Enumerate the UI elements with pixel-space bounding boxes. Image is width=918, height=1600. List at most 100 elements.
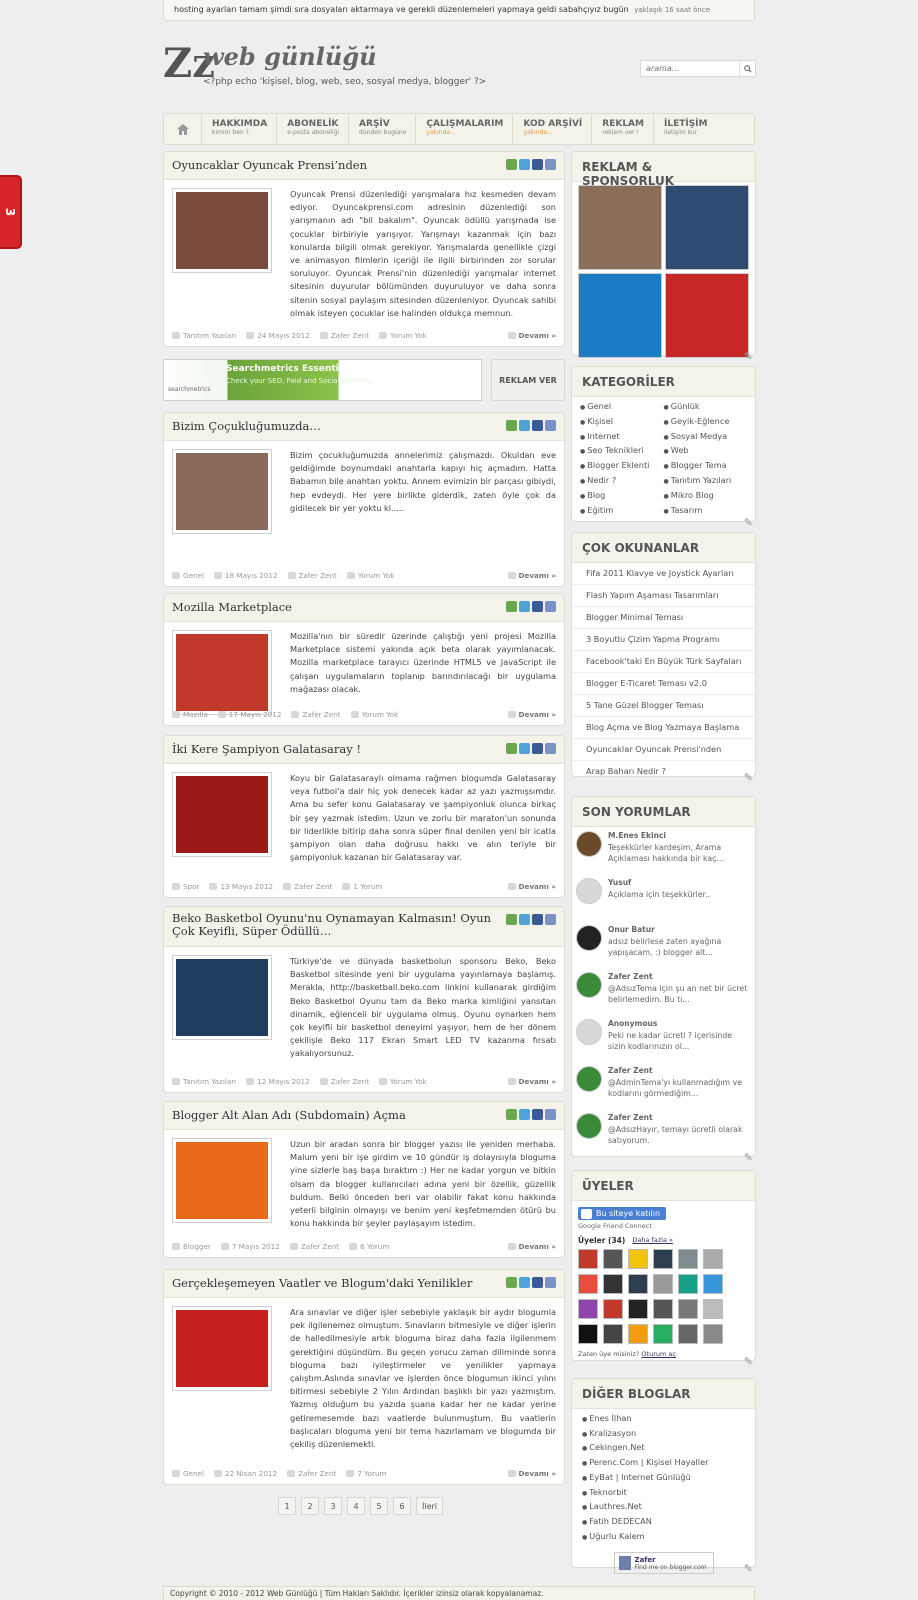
post-author[interactable]: Zafer Zent (291, 710, 341, 719)
member-avatar[interactable] (578, 1274, 598, 1294)
member-avatar[interactable] (628, 1274, 648, 1294)
member-avatar[interactable] (603, 1299, 623, 1319)
post-title[interactable]: Oyuncaklar Oyuncak Prensi’nden (172, 159, 492, 172)
member-avatar[interactable] (578, 1299, 598, 1319)
member-avatar[interactable] (578, 1324, 598, 1344)
post-title[interactable]: Gerçekleşemeyen Vaatler ve Blogum'daki Y… (172, 1277, 492, 1290)
popular-post-link[interactable]: Blog Açma ve Blog Yazmaya Başlama (572, 717, 755, 739)
category-link[interactable]: Tasarım (664, 504, 748, 519)
post-comments[interactable]: 1 Yorum (342, 882, 383, 891)
member-avatar[interactable] (678, 1324, 698, 1344)
advertise-button[interactable]: REKLAM VER (491, 359, 565, 401)
twitter-share-icon[interactable] (519, 914, 530, 925)
wrench-icon[interactable]: ✎ (744, 1355, 753, 1368)
post-category[interactable]: Blogger (172, 1242, 211, 1251)
blog-link[interactable]: Uğurlu Kalem (572, 1530, 755, 1545)
read-more-link[interactable]: Devamı » (507, 882, 556, 891)
delicious-share-icon[interactable] (545, 601, 556, 612)
post-category[interactable]: Mozilla (172, 710, 208, 719)
post-title[interactable]: Bizim Çoçukluğumuzda… (172, 420, 492, 433)
post-author[interactable]: Zafer Zent (287, 1469, 336, 1478)
post-title[interactable]: Blogger Alt Alan Adı (Subdomain) Açma (172, 1109, 492, 1122)
member-avatar[interactable] (653, 1274, 673, 1294)
category-link[interactable]: Günlük (664, 400, 748, 415)
blog-link[interactable]: Kralizasyon (572, 1427, 755, 1442)
search-input[interactable] (641, 61, 739, 76)
google-share-icon[interactable] (506, 601, 517, 612)
post-comments[interactable]: 6 Yorum (349, 1242, 389, 1251)
page-button[interactable]: 3 (324, 1497, 342, 1515)
facebook-share-icon[interactable] (532, 1109, 543, 1120)
post-author[interactable]: Zafer Zent (319, 331, 369, 340)
wrench-icon[interactable]: ✎ (744, 350, 753, 363)
post-comments[interactable]: 7 Yorum (346, 1469, 387, 1478)
category-link[interactable]: Sosyal Medya (664, 430, 748, 445)
member-avatar[interactable] (628, 1324, 648, 1344)
join-site-button[interactable]: Bu siteye katılın (578, 1207, 667, 1220)
nav-item-kod-arsivi[interactable]: KOD ARŞİVİ yakında... (513, 114, 593, 144)
post-thumbnail[interactable] (172, 1138, 272, 1223)
blogger-profile-badge[interactable]: Zafer Find me on blogger.com (613, 1552, 714, 1575)
popular-post-link[interactable]: Flash Yapım Aşaması Tasarımları (572, 585, 755, 607)
post-title[interactable]: Beko Basketbol Oyunu'nu Oynamayan Kalmas… (172, 912, 492, 938)
sponsor-banner[interactable] (665, 273, 749, 358)
comment-item[interactable]: Zafer Zent @AdsızTema için şu an net bir… (572, 968, 755, 1015)
login-link[interactable]: Oturum aç (641, 1350, 676, 1358)
member-avatar[interactable] (628, 1249, 648, 1269)
twitter-share-icon[interactable] (519, 601, 530, 612)
post-thumbnail[interactable] (172, 449, 272, 534)
page-button[interactable]: 4 (347, 1497, 365, 1515)
delicious-share-icon[interactable] (545, 743, 556, 754)
post-author[interactable]: Zafer Zent (319, 1077, 369, 1086)
nav-item-arsiv[interactable]: ARŞİV dünden bugüne (349, 114, 417, 144)
ad-banner-searchmetrics[interactable]: Searchmetrics Essentials™ Check your SEO… (163, 359, 482, 401)
member-avatar[interactable] (703, 1274, 723, 1294)
post-category[interactable]: Tanıtım Yazıları (172, 331, 236, 340)
popular-post-link[interactable]: 3 Boyutlu Çizim Yapma Programı (572, 629, 755, 651)
comment-item[interactable]: Onur Batur adsız belirlese zaten ayağına… (572, 921, 755, 968)
wrench-icon[interactable]: ✎ (744, 771, 753, 784)
member-avatar[interactable] (603, 1274, 623, 1294)
category-link[interactable]: Blog (580, 489, 664, 504)
category-link[interactable]: Mikro Blog (664, 489, 748, 504)
side-feedback-tab[interactable]: 3 (0, 175, 22, 249)
nav-item-reklam[interactable]: REKLAM reklam ver ! (592, 114, 654, 144)
facebook-share-icon[interactable] (532, 420, 543, 431)
member-avatar[interactable] (703, 1249, 723, 1269)
member-avatar[interactable] (678, 1249, 698, 1269)
page-button[interactable]: 1 (278, 1497, 296, 1515)
category-link[interactable]: Web (664, 444, 748, 459)
blog-link[interactable]: Enes İlhan (572, 1412, 755, 1427)
member-avatar[interactable] (653, 1324, 673, 1344)
member-avatar[interactable] (653, 1299, 673, 1319)
read-more-link[interactable]: Devamı » (507, 571, 556, 580)
blog-link[interactable]: Perenc.Com | Kişisel Hayaller (572, 1456, 755, 1471)
facebook-share-icon[interactable] (532, 601, 543, 612)
google-share-icon[interactable] (506, 1109, 517, 1120)
site-logo[interactable]: Zz web günlüğü <?php echo 'kişisel, blog… (163, 40, 486, 100)
read-more-link[interactable]: Devamı » (507, 1077, 556, 1086)
category-link[interactable]: Internet (580, 430, 664, 445)
post-title[interactable]: Mozilla Marketplace (172, 601, 492, 614)
member-avatar[interactable] (628, 1299, 648, 1319)
wrench-icon[interactable]: ✎ (744, 516, 753, 529)
category-link[interactable]: Tanıtım Yazıları (664, 474, 748, 489)
member-avatar[interactable] (678, 1299, 698, 1319)
nav-item-iletisim[interactable]: İLETİŞİM iletişim kur (654, 114, 717, 144)
members-more-link[interactable]: Daha fazla » (632, 1236, 673, 1245)
page-button[interactable]: 6 (393, 1497, 411, 1515)
popular-post-link[interactable]: Blogger E-Ticaret Teması v2.0 (572, 673, 755, 695)
comment-item[interactable]: Zafer Zent @AdsızHayır, temayı ücretli o… (572, 1109, 755, 1156)
read-more-link[interactable]: Devamı » (507, 1242, 556, 1251)
delicious-share-icon[interactable] (545, 1109, 556, 1120)
google-share-icon[interactable] (506, 159, 517, 170)
next-page-button[interactable]: İleri (416, 1497, 444, 1515)
facebook-share-icon[interactable] (532, 1277, 543, 1288)
blog-link[interactable]: Fatih DEDECAN (572, 1515, 755, 1530)
twitter-share-icon[interactable] (519, 420, 530, 431)
google-share-icon[interactable] (506, 420, 517, 431)
member-avatar[interactable] (653, 1249, 673, 1269)
category-link[interactable]: Genel (580, 400, 664, 415)
category-link[interactable]: Blogger Eklenti (580, 459, 664, 474)
category-link[interactable]: Eğitim (580, 504, 664, 519)
